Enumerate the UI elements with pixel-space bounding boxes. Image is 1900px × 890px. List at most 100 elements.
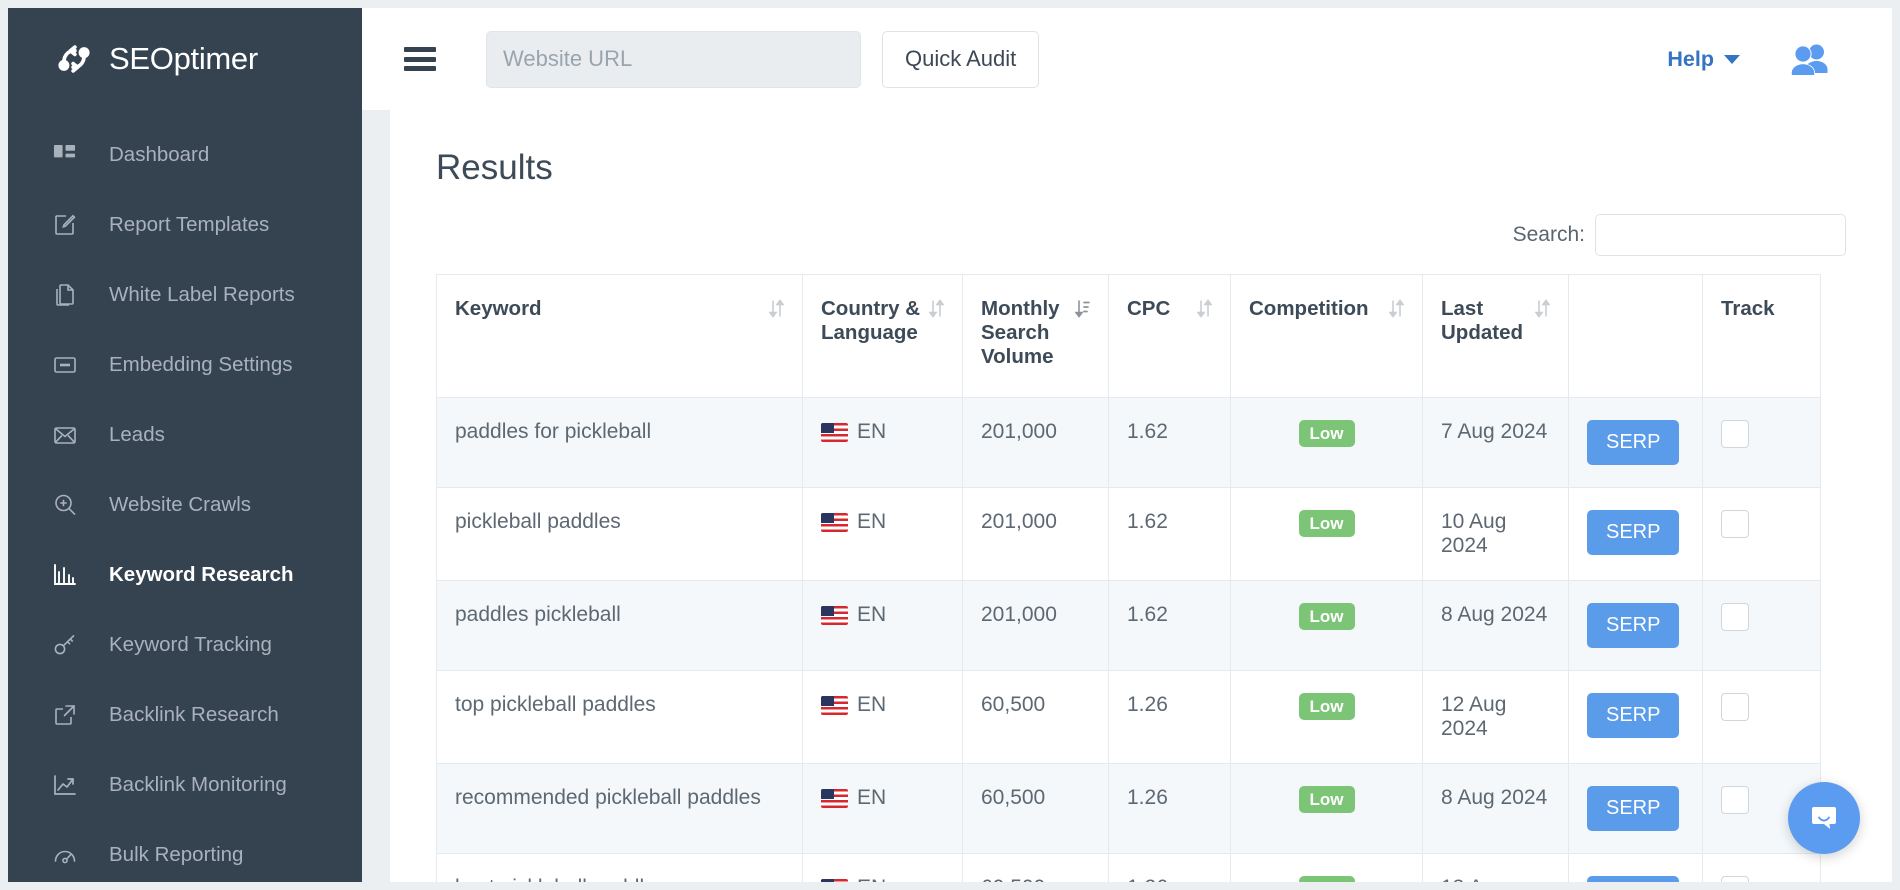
cell-monthly-search-volume: 60,500	[963, 854, 1109, 883]
track-checkbox[interactable]	[1721, 420, 1749, 448]
serp-button[interactable]: SERP	[1587, 603, 1679, 648]
sidebar-item-report-templates[interactable]: Report Templates	[8, 190, 362, 260]
sidebar-item-backlink-research[interactable]: Backlink Research	[8, 680, 362, 750]
track-checkbox[interactable]	[1721, 786, 1749, 814]
serp-button[interactable]: SERP	[1587, 693, 1679, 738]
status-badge: Low	[1299, 876, 1355, 882]
cell-serp: SERP	[1569, 488, 1703, 581]
help-dropdown[interactable]: Help	[1667, 47, 1740, 72]
sidebar-item-white-label-reports[interactable]: White Label Reports	[8, 260, 362, 330]
column-header-country-language[interactable]: Country & Language	[803, 275, 963, 398]
sidebar-item-backlink-monitoring[interactable]: Backlink Monitoring	[8, 750, 362, 820]
gear-refresh-logo-icon	[52, 37, 96, 81]
hamburger-icon[interactable]	[404, 47, 436, 71]
cell-track	[1703, 398, 1821, 488]
sidebar-item-label: Keyword Research	[109, 563, 294, 587]
cell-keyword: paddles pickleball	[437, 581, 803, 671]
table-body: paddles for pickleballEN201,0001.62Low7 …	[437, 398, 1821, 883]
cell-country-language: EN	[803, 488, 963, 581]
cell-cpc: 1.26	[1109, 671, 1231, 764]
dashboard-grid-icon	[52, 143, 77, 168]
cell-keyword: pickleball paddles	[437, 488, 803, 581]
magnifier-plus-icon	[52, 493, 77, 518]
external-link-icon	[52, 703, 77, 728]
sidebar: SEOptimer Dashboard Report Templates Whi…	[8, 8, 362, 882]
track-checkbox[interactable]	[1721, 510, 1749, 538]
search-input[interactable]	[1595, 214, 1846, 256]
date-value: 8 Aug 2024	[1441, 786, 1547, 809]
sidebar-item-bulk-reporting[interactable]: Bulk Reporting	[8, 820, 362, 882]
cpc-value: 1.62	[1127, 510, 1168, 533]
date-value: 12 Aug 2024	[1441, 693, 1506, 740]
date-value: 8 Aug 2024	[1441, 603, 1547, 626]
cpc-value: 1.26	[1127, 786, 1168, 809]
cell-monthly-search-volume: 60,500	[963, 764, 1109, 854]
documents-copy-icon	[52, 283, 77, 308]
cell-country-language: EN	[803, 398, 963, 488]
cpc-value: 1.26	[1127, 693, 1168, 716]
cell-keyword: top pickleball paddles	[437, 671, 803, 764]
keyword-table-wrapper: Keyword Country & Language	[436, 274, 1846, 882]
envelope-icon	[52, 423, 77, 448]
cell-competition: Low	[1231, 671, 1423, 764]
sidebar-item-label: Website Crawls	[109, 493, 251, 517]
help-label: Help	[1667, 47, 1714, 72]
cell-monthly-search-volume: 201,000	[963, 488, 1109, 581]
key-icon	[52, 633, 77, 658]
serp-button[interactable]: SERP	[1587, 786, 1679, 831]
sidebar-item-website-crawls[interactable]: Website Crawls	[8, 470, 362, 540]
quick-audit-button[interactable]: Quick Audit	[882, 31, 1039, 88]
serp-button[interactable]: SERP	[1587, 420, 1679, 465]
page-title: Results	[436, 148, 1892, 188]
cell-last-updated: 7 Aug 2024	[1423, 398, 1569, 488]
keyword-text: top pickleball paddles	[455, 693, 656, 716]
cell-track	[1703, 854, 1821, 883]
column-header-keyword[interactable]: Keyword	[437, 275, 803, 398]
cell-serp: SERP	[1569, 398, 1703, 488]
gauge-icon	[52, 843, 77, 868]
column-header-track: Track	[1703, 275, 1821, 398]
table-row: pickleball paddlesEN201,0001.62Low10 Aug…	[437, 488, 1821, 581]
website-url-input[interactable]	[486, 31, 861, 88]
cell-last-updated: 8 Aug 2024	[1423, 764, 1569, 854]
sidebar-item-keyword-research[interactable]: Keyword Research	[8, 540, 362, 610]
status-badge: Low	[1299, 603, 1355, 630]
sidebar-item-label: Leads	[109, 423, 165, 447]
sidebar-item-leads[interactable]: Leads	[8, 400, 362, 470]
language-code: EN	[857, 603, 886, 627]
cell-cpc: 1.26	[1109, 854, 1231, 883]
cell-last-updated: 13 Aug 2024	[1423, 854, 1569, 883]
brand-name: SEOptimer	[109, 41, 258, 77]
brand-logo-block[interactable]: SEOptimer	[8, 8, 362, 110]
serp-button[interactable]: SERP	[1587, 876, 1679, 882]
column-header-last-updated[interactable]: Last Updated	[1423, 275, 1569, 398]
track-checkbox[interactable]	[1721, 876, 1749, 882]
track-checkbox[interactable]	[1721, 603, 1749, 631]
keyword-text: recommended pickleball paddles	[455, 786, 761, 809]
cell-last-updated: 10 Aug 2024	[1423, 488, 1569, 581]
cell-cpc: 1.62	[1109, 581, 1231, 671]
cell-keyword: best pickleball paddles	[437, 854, 803, 883]
sort-desc-active-icon	[1075, 299, 1090, 369]
language-code: EN	[857, 420, 886, 444]
column-header-competition[interactable]: Competition	[1231, 275, 1423, 398]
us-flag-icon	[821, 789, 848, 808]
column-header-monthly-search-volume[interactable]: Monthly Search Volume	[963, 275, 1109, 398]
chat-bubble-smile-icon[interactable]	[1788, 782, 1860, 854]
date-value: 13 Aug 2024	[1441, 876, 1506, 882]
track-checkbox[interactable]	[1721, 693, 1749, 721]
sort-both-icon	[769, 299, 784, 324]
sidebar-item-dashboard[interactable]: Dashboard	[8, 120, 362, 190]
column-header-cpc[interactable]: CPC	[1109, 275, 1231, 398]
volume-value: 201,000	[981, 603, 1057, 626]
users-icon[interactable]	[1788, 42, 1830, 76]
sidebar-item-label: White Label Reports	[109, 283, 295, 307]
pencil-square-icon	[52, 213, 77, 238]
sidebar-item-keyword-tracking[interactable]: Keyword Tracking	[8, 610, 362, 680]
cell-monthly-search-volume: 201,000	[963, 581, 1109, 671]
serp-button[interactable]: SERP	[1587, 510, 1679, 555]
cell-competition: Low	[1231, 581, 1423, 671]
cell-serp: SERP	[1569, 671, 1703, 764]
sidebar-item-embedding-settings[interactable]: Embedding Settings	[8, 330, 362, 400]
sort-both-icon	[1389, 299, 1404, 324]
